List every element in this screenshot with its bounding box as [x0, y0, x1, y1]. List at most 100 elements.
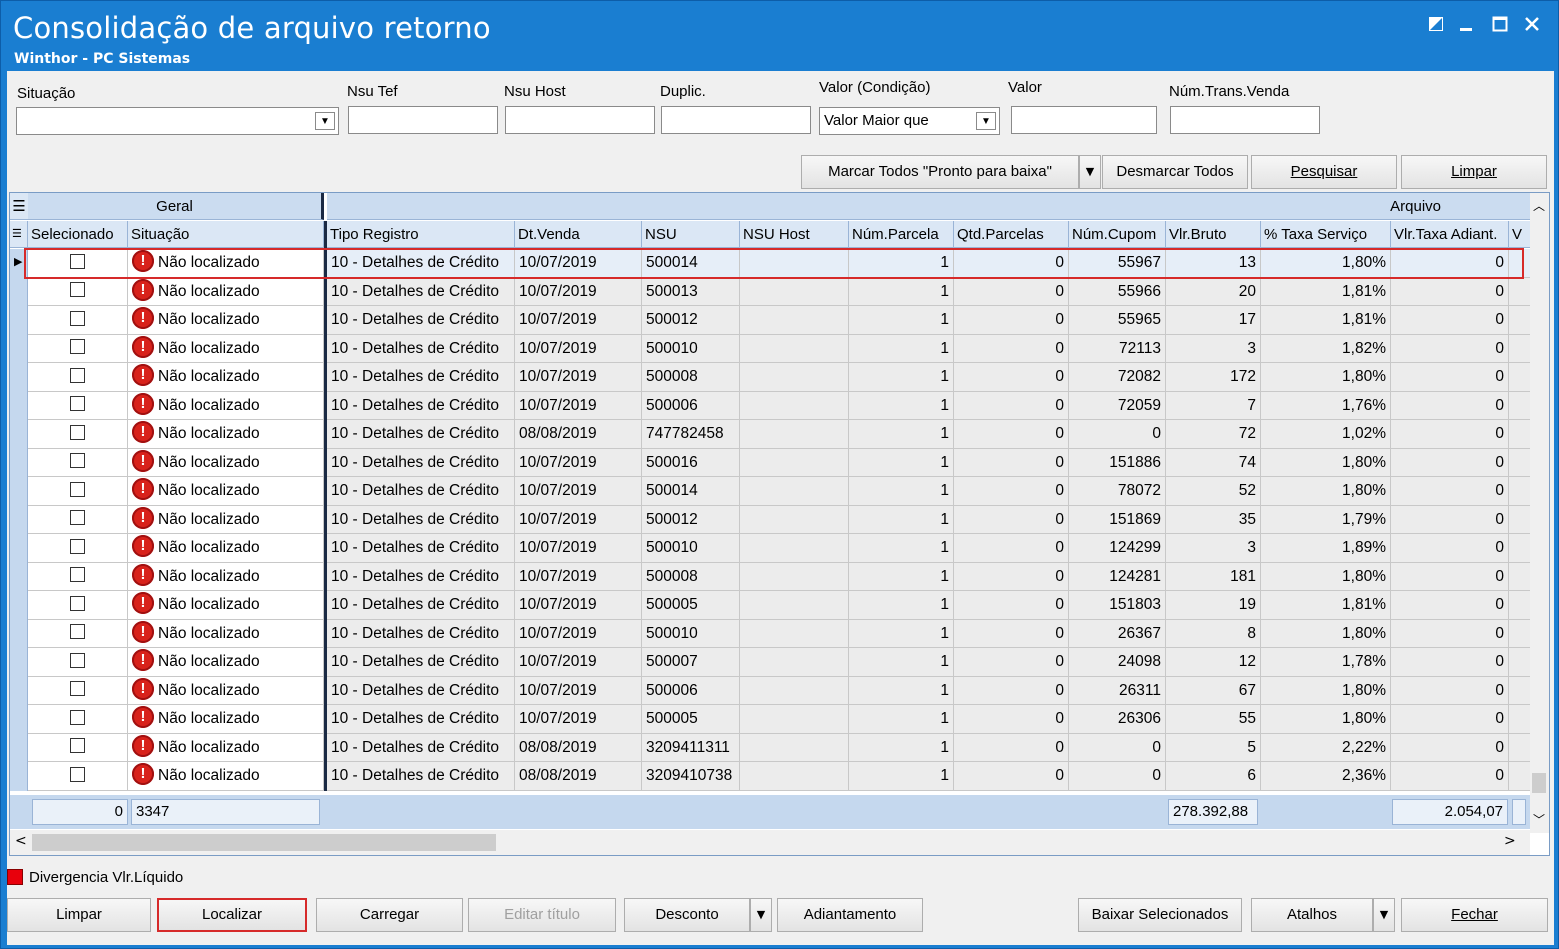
desconto-button[interactable]: Desconto [624, 898, 750, 932]
row-selector[interactable] [10, 277, 28, 306]
table-cell[interactable]: 10/07/2019 [515, 249, 642, 278]
select-checkbox[interactable] [70, 253, 85, 269]
limpar-button[interactable]: Limpar [7, 898, 151, 932]
table-cell[interactable]: 24098 [1069, 648, 1166, 677]
table-cell[interactable] [1509, 334, 1531, 363]
table-cell[interactable] [740, 363, 849, 392]
table-cell[interactable]: 10 - Detalhes de Crédito [327, 505, 515, 534]
table-cell[interactable]: 10 - Detalhes de Crédito [327, 762, 515, 791]
table-cell[interactable]: 10/07/2019 [515, 505, 642, 534]
table-cell[interactable]: 500014 [642, 477, 740, 506]
select-checkbox[interactable] [70, 709, 85, 725]
table-cell[interactable]: 1 [849, 505, 954, 534]
row-selector[interactable] [10, 733, 28, 762]
row-selector[interactable] [10, 448, 28, 477]
table-cell[interactable] [740, 334, 849, 363]
table-cell[interactable]: 0 [954, 733, 1069, 762]
table-cell[interactable]: 10 - Detalhes de Crédito [327, 676, 515, 705]
table-cell[interactable]: 151869 [1069, 505, 1166, 534]
chevron-down-icon[interactable]: ▼ [750, 898, 772, 932]
table-cell[interactable] [740, 562, 849, 591]
nsu-host-input[interactable] [505, 106, 655, 134]
valor-input[interactable] [1011, 106, 1157, 134]
table-cell[interactable]: 1,78% [1261, 648, 1391, 677]
table-cell[interactable]: 0 [954, 334, 1069, 363]
chevron-down-icon[interactable]: ▼ [1079, 155, 1101, 189]
table-cell[interactable]: 1 [849, 619, 954, 648]
table-cell[interactable]: 1 [849, 534, 954, 563]
table-cell[interactable]: 0 [954, 648, 1069, 677]
select-checkbox[interactable] [70, 595, 85, 611]
status-cell[interactable]: ! Não localizado [128, 619, 324, 648]
column-header[interactable]: Núm.Parcela [849, 221, 954, 248]
status-cell[interactable]: ! Não localizado [128, 277, 324, 306]
table-cell[interactable]: 500010 [642, 619, 740, 648]
fechar-button[interactable]: Fechar [1401, 898, 1548, 932]
table-cell[interactable]: 3209410738 [642, 762, 740, 791]
table-cell[interactable]: 0 [1391, 562, 1509, 591]
table-cell[interactable]: 8 [1166, 619, 1261, 648]
table-cell[interactable]: 0 [1069, 420, 1166, 449]
status-cell[interactable]: ! Não localizado [128, 363, 324, 392]
row-selector[interactable] [10, 306, 28, 335]
table-cell[interactable] [740, 676, 849, 705]
table-cell[interactable]: 0 [954, 762, 1069, 791]
table-cell[interactable]: 10 - Detalhes de Crédito [327, 591, 515, 620]
status-cell[interactable]: ! Não localizado [128, 477, 324, 506]
table-cell[interactable]: 10 - Detalhes de Crédito [327, 249, 515, 278]
table-cell[interactable]: 08/08/2019 [515, 420, 642, 449]
table-cell[interactable]: 10/07/2019 [515, 448, 642, 477]
table-cell[interactable]: 10/07/2019 [515, 591, 642, 620]
table-cell[interactable] [740, 591, 849, 620]
table-cell[interactable]: 1,80% [1261, 363, 1391, 392]
table-cell[interactable] [1509, 477, 1531, 506]
table-cell[interactable]: 10/07/2019 [515, 534, 642, 563]
table-cell[interactable]: 0 [1391, 391, 1509, 420]
select-checkbox[interactable] [70, 339, 85, 355]
table-cell[interactable]: 10/07/2019 [515, 705, 642, 734]
maximize-icon[interactable] [1485, 11, 1515, 37]
table-cell[interactable]: 72113 [1069, 334, 1166, 363]
table-cell[interactable]: 500014 [642, 249, 740, 278]
table-cell[interactable] [740, 705, 849, 734]
chevron-down-icon[interactable]: ▼ [315, 112, 335, 130]
close-icon[interactable] [1517, 11, 1547, 37]
table-cell[interactable]: 55 [1166, 705, 1261, 734]
table-cell[interactable] [1509, 705, 1531, 734]
table-cell[interactable] [740, 477, 849, 506]
table-cell[interactable]: 1,80% [1261, 249, 1391, 278]
table-cell[interactable]: 10 - Detalhes de Crédito [327, 562, 515, 591]
select-checkbox[interactable] [70, 738, 85, 754]
select-checkbox-cell[interactable] [28, 334, 128, 363]
table-cell[interactable] [1509, 619, 1531, 648]
table-cell[interactable]: 3 [1166, 534, 1261, 563]
table-cell[interactable]: 1,80% [1261, 705, 1391, 734]
status-cell[interactable]: ! Não localizado [128, 505, 324, 534]
localizar-button[interactable]: Localizar [157, 898, 307, 932]
table-cell[interactable]: 10 - Detalhes de Crédito [327, 391, 515, 420]
chevron-left-icon[interactable]: < [15, 833, 27, 849]
pesquisar-button[interactable]: Pesquisar [1251, 155, 1397, 189]
table-cell[interactable]: 0 [1391, 619, 1509, 648]
table-cell[interactable]: 10/07/2019 [515, 562, 642, 591]
table-cell[interactable]: 10/07/2019 [515, 619, 642, 648]
table-cell[interactable]: 1 [849, 591, 954, 620]
horizontal-scrollbar[interactable]: < > [10, 830, 1530, 855]
table-cell[interactable]: 0 [1391, 591, 1509, 620]
table-cell[interactable]: 0 [954, 448, 1069, 477]
column-header[interactable]: NSU [642, 221, 740, 248]
column-header[interactable]: NSU Host [740, 221, 849, 248]
table-cell[interactable]: 10/07/2019 [515, 676, 642, 705]
table-cell[interactable]: 1 [849, 705, 954, 734]
status-cell[interactable]: ! Não localizado [128, 448, 324, 477]
table-cell[interactable]: 72059 [1069, 391, 1166, 420]
table-cell[interactable]: 0 [1391, 477, 1509, 506]
table-cell[interactable]: 2,36% [1261, 762, 1391, 791]
select-checkbox[interactable] [70, 624, 85, 640]
table-cell[interactable] [1509, 363, 1531, 392]
chevron-down-icon[interactable]: ▼ [976, 112, 996, 130]
table-cell[interactable]: 10/07/2019 [515, 306, 642, 335]
select-checkbox[interactable] [70, 681, 85, 697]
table-cell[interactable] [1509, 249, 1531, 278]
table-cell[interactable]: 12 [1166, 648, 1261, 677]
